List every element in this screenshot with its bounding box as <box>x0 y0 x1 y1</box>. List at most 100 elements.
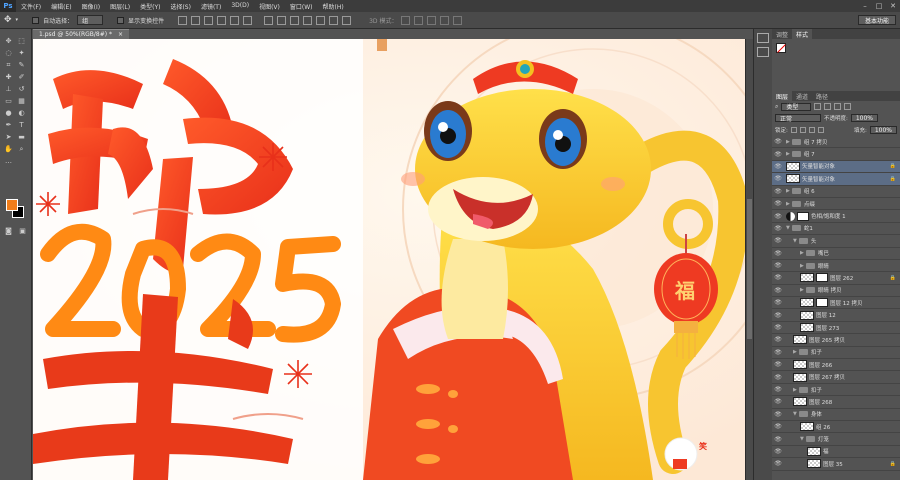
eraser-tool-icon[interactable]: ▭ <box>3 96 14 106</box>
gradient-tool-icon[interactable]: ▦ <box>16 96 27 106</box>
visibility-eye-icon[interactable]: 👁 <box>772 336 784 343</box>
menu-item[interactable]: 文件(F) <box>16 2 46 11</box>
minimize-button[interactable]: – <box>858 0 872 12</box>
eyedropper-tool-icon[interactable]: ✎ <box>16 60 27 70</box>
move-tool-icon[interactable]: ✥ <box>4 15 12 25</box>
expand-toggle-icon[interactable]: ▶ <box>786 139 790 145</box>
layer-row[interactable]: 👁 图层 35 🔒 <box>772 458 900 471</box>
layer-row[interactable]: 👁 ▶ 眼睛 <box>772 260 900 273</box>
history-panel-icon[interactable] <box>757 33 769 43</box>
properties-panel-icon[interactable] <box>757 47 769 57</box>
brush-tool-icon[interactable]: ✐ <box>16 72 27 82</box>
tab-paths[interactable]: 路径 <box>812 91 832 101</box>
healing-brush-tool-icon[interactable]: ✚ <box>3 72 14 82</box>
visibility-eye-icon[interactable]: 👁 <box>772 423 784 430</box>
layer-row[interactable]: 👁 图层 273 <box>772 322 900 335</box>
auto-select-checkbox[interactable] <box>32 16 40 24</box>
layer-thumbnail[interactable] <box>793 397 807 407</box>
visibility-eye-icon[interactable]: 👁 <box>772 448 784 455</box>
menu-item[interactable]: 编辑(E) <box>46 2 76 11</box>
align-vcenter-icon[interactable] <box>191 15 201 25</box>
layer-thumbnail[interactable] <box>786 161 800 171</box>
visibility-eye-icon[interactable]: 👁 <box>772 287 784 294</box>
filter-shape-icon[interactable] <box>844 103 852 110</box>
expand-toggle-icon[interactable]: ▶ <box>786 188 790 194</box>
menu-item[interactable]: 3D(D) <box>226 2 254 11</box>
layer-thumbnail[interactable] <box>800 298 814 308</box>
auto-align-icon[interactable] <box>342 15 352 25</box>
layer-row[interactable]: 👁 图层 12 拷贝 <box>772 297 900 310</box>
expand-toggle-icon[interactable]: ▼ <box>786 225 790 231</box>
distribute-top-icon[interactable] <box>264 15 274 25</box>
layer-row[interactable]: 👁 ▶ 嘴巴 <box>772 248 900 260</box>
auto-select-dropdown[interactable]: 组 <box>77 15 104 25</box>
visibility-eye-icon[interactable]: 👁 <box>772 312 784 319</box>
expand-toggle-icon[interactable]: ▶ <box>786 201 790 207</box>
tab-layers[interactable]: 图层 <box>772 91 793 101</box>
layer-thumbnail[interactable] <box>800 310 814 320</box>
slide-3d-icon[interactable] <box>440 15 450 25</box>
screen-mode-icon[interactable]: ▣ <box>17 226 28 236</box>
visibility-eye-icon[interactable]: 👁 <box>772 324 784 331</box>
layer-row[interactable]: 👁 ▶ 组 6 <box>772 186 900 198</box>
visibility-eye-icon[interactable]: 👁 <box>772 151 784 158</box>
quick-mask-icon[interactable]: ◙ <box>3 226 14 236</box>
layer-thumbnail[interactable] <box>800 323 814 333</box>
opacity-field[interactable]: 100% <box>850 114 879 122</box>
visibility-eye-icon[interactable]: 👁 <box>772 436 784 443</box>
magic-wand-tool-icon[interactable]: ✦ <box>16 48 27 58</box>
layer-filter-type-dropdown[interactable]: 类型 <box>781 102 812 111</box>
menu-item[interactable]: 窗口(W) <box>285 2 318 11</box>
close-document-button[interactable]: × <box>118 31 123 38</box>
filter-adjust-icon[interactable] <box>824 103 832 110</box>
roll-3d-icon[interactable] <box>414 15 424 25</box>
distribute-left-icon[interactable] <box>303 15 313 25</box>
tab-channels[interactable]: 通道 <box>792 91 812 101</box>
layer-row[interactable]: 👁 ▼ 头 <box>772 235 900 248</box>
visibility-eye-icon[interactable]: 👁 <box>772 398 784 405</box>
maximize-button[interactable]: □ <box>872 0 886 12</box>
fill-field[interactable]: 100% <box>869 126 897 134</box>
menu-item[interactable]: 视图(V) <box>254 2 285 11</box>
expand-toggle-icon[interactable]: ▶ <box>793 387 797 393</box>
menu-item[interactable]: 帮助(H) <box>318 2 349 11</box>
lasso-tool-icon[interactable]: ◌ <box>3 48 14 58</box>
layer-row[interactable]: 👁 ▶ 组 7 <box>772 148 900 161</box>
rotate-3d-icon[interactable] <box>401 15 411 25</box>
visibility-eye-icon[interactable]: 👁 <box>772 299 784 306</box>
menu-item[interactable]: 滤镜(T) <box>196 2 226 11</box>
pen-tool-icon[interactable]: ✒ <box>3 120 14 130</box>
scale-3d-icon[interactable] <box>453 15 463 25</box>
layer-row[interactable]: 👁 组 26 <box>772 421 900 434</box>
layer-mask-thumbnail[interactable] <box>816 298 828 308</box>
filter-type-icon[interactable] <box>834 103 842 110</box>
visibility-eye-icon[interactable]: 👁 <box>772 163 784 170</box>
visibility-eye-icon[interactable]: 👁 <box>772 411 784 418</box>
visibility-eye-icon[interactable]: 👁 <box>772 349 784 356</box>
layer-thumbnail[interactable] <box>800 273 814 283</box>
visibility-eye-icon[interactable]: 👁 <box>772 262 784 269</box>
dodge-tool-icon[interactable]: ◐ <box>16 108 27 118</box>
layer-row[interactable]: 👁 图层 265 拷贝 <box>772 334 900 347</box>
expand-toggle-icon[interactable]: ▶ <box>800 263 804 269</box>
align-bottom-icon[interactable] <box>204 15 214 25</box>
layer-row[interactable]: 👁 ▶ 扣子 <box>772 384 900 397</box>
scrollbar-thumb[interactable] <box>747 199 752 339</box>
align-hcenter-icon[interactable] <box>230 15 240 25</box>
menu-item[interactable]: 类型(Y) <box>135 2 165 11</box>
lock-transparent-icon[interactable] <box>790 127 797 133</box>
layer-row[interactable]: 👁 ▼ 灯笼 <box>772 433 900 446</box>
filter-pixel-icon[interactable] <box>814 103 822 110</box>
layer-row[interactable]: 👁 ▶ 眼睛 拷贝 <box>772 285 900 298</box>
visibility-eye-icon[interactable]: 👁 <box>772 361 784 368</box>
distribute-right-icon[interactable] <box>329 15 339 25</box>
layer-row[interactable]: 👁 矢量智能对象 🔒 <box>772 173 900 186</box>
distribute-bottom-icon[interactable] <box>290 15 300 25</box>
visibility-eye-icon[interactable]: 👁 <box>772 213 784 220</box>
distribute-hcenter-icon[interactable] <box>316 15 326 25</box>
layer-row[interactable]: 👁 图层 267 拷贝 <box>772 371 900 384</box>
close-window-button[interactable]: ✕ <box>886 0 900 12</box>
layer-thumbnail[interactable] <box>786 174 800 184</box>
visibility-eye-icon[interactable]: 👁 <box>772 386 784 393</box>
align-left-icon[interactable] <box>217 15 227 25</box>
